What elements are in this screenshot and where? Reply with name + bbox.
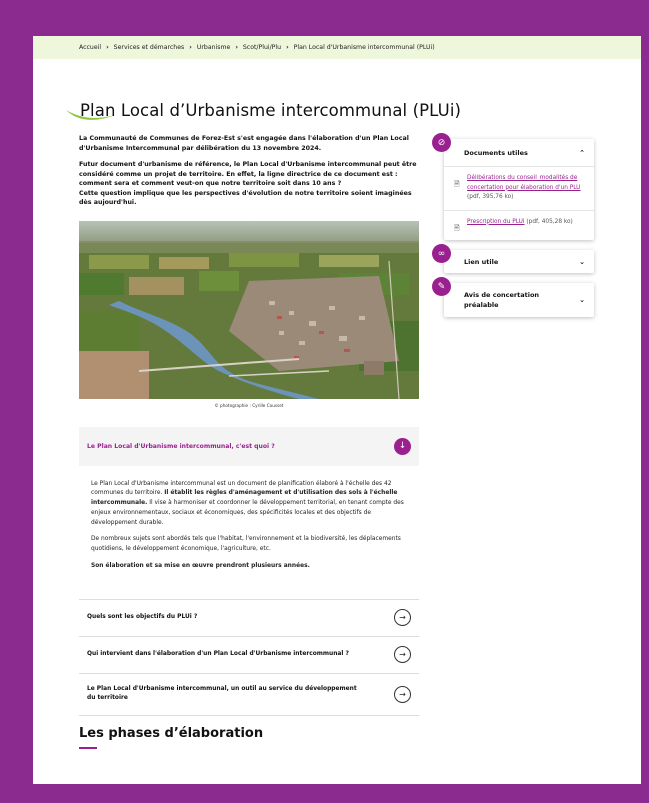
accordion-question: Qui intervient dans l'élaboration d'un P… <box>87 651 349 658</box>
arrow-down-circle-icon[interactable]: ↓ <box>394 437 411 455</box>
document-link[interactable]: Délibérations du conseil_modalités de co… <box>467 175 580 191</box>
pencil-icon: ✎ <box>432 277 451 296</box>
documents-card: ⊘ Documents utiles ⌃ 🗎 Délibérations du … <box>432 133 594 241</box>
avis-card[interactable]: ✎ Avis de concertation préalable ⌄ <box>432 277 594 317</box>
document-text: Prescription du PLUi (pdf, 405,28 ko) <box>467 218 573 234</box>
breadcrumb: Accueil › Services et démarches › Urbani… <box>33 36 641 59</box>
heading-underline <box>79 746 97 749</box>
lien-card[interactable]: ∞ Lien utile ⌄ <box>432 244 594 273</box>
arrow-right-circle-icon[interactable]: → <box>394 685 411 703</box>
main-content: La Communauté de Communes de Forez-Est s… <box>79 134 419 749</box>
accordion-paragraph: De nombreux sujets sont abordés tels que… <box>91 536 401 553</box>
accordion-open-header[interactable]: Le Plan Local d'Urbanisme intercommunal,… <box>79 426 419 466</box>
documents-card-header[interactable]: Documents utiles ⌃ <box>444 139 594 166</box>
document-item: 🗎 Prescription du PLUi (pdf, 405,28 ko) <box>444 209 594 241</box>
chevron-down-icon[interactable]: ⌄ <box>579 296 585 304</box>
breadcrumb-home[interactable]: Accueil <box>79 44 101 51</box>
accordion-paragraph: Le Plan Local d'Urbanisme intercommunal … <box>91 480 407 529</box>
phases-heading: Les phases d’élaboration <box>79 725 264 741</box>
accordion-item-outil[interactable]: Le Plan Local d'Urbanisme intercommunal,… <box>79 674 419 716</box>
breadcrumb-current: Plan Local d'Urbanisme intercommunal (PL… <box>293 44 435 51</box>
avis-title: Avis de concertation préalable <box>464 291 540 309</box>
lien-card-header[interactable]: Lien utile ⌄ <box>444 250 594 273</box>
intro-paragraph: Cette question implique que les perspect… <box>79 189 412 207</box>
chevron-right-icon: › <box>286 44 289 51</box>
document-text: Délibérations du conseil_modalités de co… <box>467 174 586 203</box>
accordion-body: Le Plan Local d'Urbanisme intercommunal … <box>79 466 419 599</box>
sidebar: ⊘ Documents utiles ⌃ 🗎 Délibérations du … <box>432 133 594 327</box>
accordion-item-objectifs[interactable]: Quels sont les objectifs du PLUi ? → <box>79 600 419 637</box>
accordion-paragraph: Son élaboration et sa mise en œuvre pren… <box>91 562 407 572</box>
title-area: Plan Local d’Urbanisme intercommunal (PL… <box>33 59 641 131</box>
photo-caption: © photographie : Cyrille Cousset <box>214 402 284 408</box>
intro-text: La Communauté de Communes de Forez-Est s… <box>79 134 419 208</box>
accordion-question: Quels sont les objectifs du PLUi ? <box>87 614 198 621</box>
avis-card-header[interactable]: Avis de concertation préalable ⌄ <box>444 283 594 317</box>
intro-paragraph: La Communauté de Communes de Forez-Est s… <box>79 135 409 152</box>
breadcrumb-services[interactable]: Services et démarches <box>114 44 185 51</box>
file-icon: 🗎 <box>454 223 460 232</box>
document-link[interactable]: Prescription du PLUi <box>467 219 525 225</box>
chevron-right-icon: › <box>106 44 109 51</box>
accordion-text-bold: Son élaboration et sa mise en œuvre pren… <box>91 563 310 570</box>
accordion-question: Le Plan Local d'Urbanisme intercommunal,… <box>87 442 275 450</box>
arrow-right-circle-icon[interactable]: → <box>394 609 411 627</box>
arrow-right-circle-icon[interactable]: → <box>394 646 411 664</box>
chevron-down-icon[interactable]: ⌄ <box>579 258 585 266</box>
chevron-right-icon: › <box>189 44 192 51</box>
page: Accueil › Services et démarches › Urbani… <box>33 36 641 784</box>
breadcrumb-scot[interactable]: Scot/Plui/Plu <box>243 44 281 51</box>
lien-title: Lien utile <box>464 257 499 266</box>
accordion-question: Le Plan Local d'Urbanisme intercommunal,… <box>87 686 357 702</box>
document-meta: (pdf, 395,76 ko) <box>467 194 514 200</box>
document-meta: (pdf, 405,28 ko) <box>524 218 573 225</box>
link-icon: ∞ <box>432 244 451 263</box>
intro-paragraph: Futur document d'urbanisme de référence,… <box>79 161 417 187</box>
document-item: 🗎 Délibérations du conseil_modalités de … <box>444 166 594 210</box>
page-title: Plan Local d’Urbanisme intercommunal (PL… <box>80 101 462 120</box>
chevron-right-icon: › <box>235 44 238 51</box>
documents-title: Documents utiles <box>464 148 528 157</box>
paperclip-icon: ⊘ <box>432 133 451 152</box>
file-icon: 🗎 <box>454 180 460 188</box>
breadcrumb-urbanisme[interactable]: Urbanisme <box>197 44 231 51</box>
chevron-up-icon[interactable]: ⌃ <box>579 149 585 157</box>
aerial-photo <box>79 220 419 399</box>
accordion-open: Le Plan Local d'Urbanisme intercommunal,… <box>79 426 419 600</box>
accordion-item-intervenants[interactable]: Qui intervient dans l'élaboration d'un P… <box>79 637 419 674</box>
